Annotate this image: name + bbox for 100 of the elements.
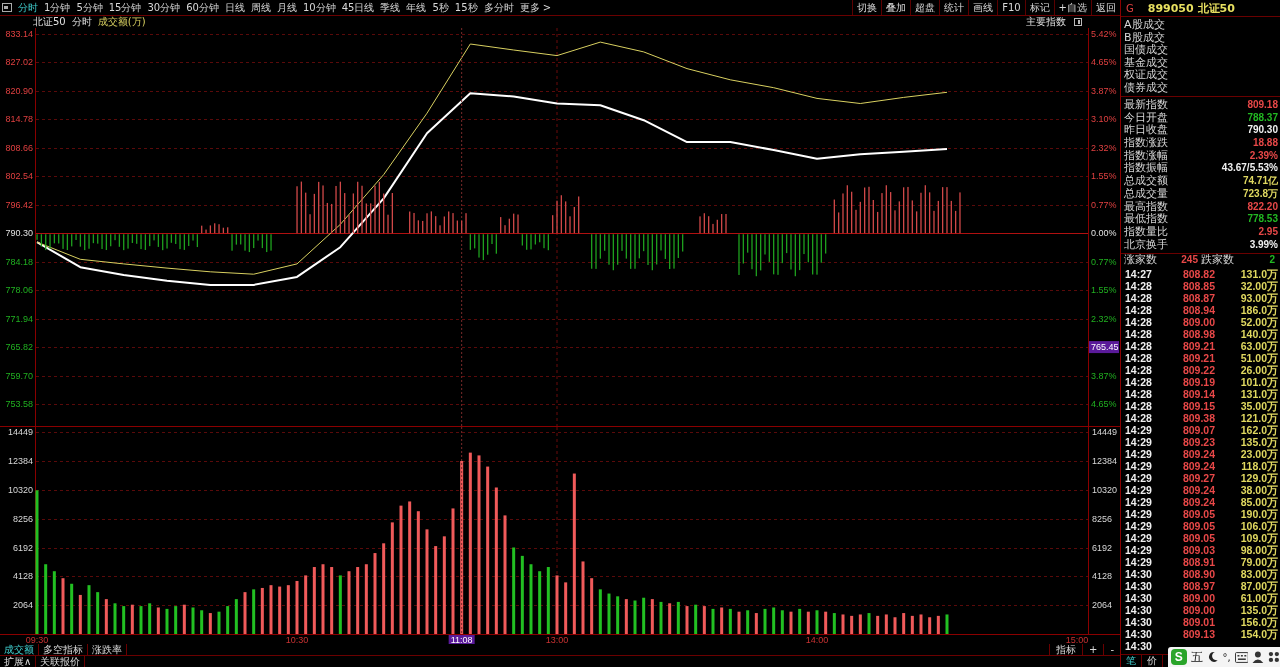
tick-volume: 23.00万 [1239, 448, 1278, 461]
period-tab[interactable]: 10分钟 [299, 0, 339, 15]
volume-bar [364, 564, 368, 634]
period-tab[interactable]: 15秒 [451, 0, 481, 15]
time-label: 14:00 [805, 634, 829, 644]
volume-bar [694, 604, 698, 634]
tick-price: 809.21 [1181, 340, 1215, 353]
tick-price: 809.38 [1181, 412, 1215, 425]
tick-time: 14:28 [1125, 376, 1153, 389]
period-tab[interactable]: 日线 [221, 0, 248, 15]
period-tab[interactable]: 15分钟 [105, 0, 145, 15]
volume-bar [156, 607, 160, 634]
volume-bar [312, 567, 316, 634]
period-tab[interactable]: 周线 [247, 0, 274, 15]
volume-bar [780, 610, 784, 634]
volume-bar [243, 592, 247, 634]
tick-price: 809.24 [1181, 448, 1215, 461]
punctuation-button[interactable]: °, [1222, 651, 1231, 663]
period-tab[interactable]: 年线 [403, 0, 430, 15]
toolbar-button[interactable]: 切换 [852, 0, 882, 15]
toolbar-button[interactable]: 叠加 [881, 0, 911, 15]
stat-label: 今日开盘 [1124, 111, 1168, 124]
toolbar-button[interactable]: +自选 [1053, 0, 1091, 15]
tick-price: 808.90 [1181, 568, 1215, 581]
volume-bar [122, 606, 126, 634]
period-tab[interactable]: 分时 [15, 0, 41, 15]
volume-bar [590, 578, 594, 634]
volume-bar [330, 567, 334, 634]
period-tab[interactable]: 1分钟 [41, 0, 74, 15]
tick-volume: 154.0万 [1239, 628, 1278, 641]
stat-value: 778.53 [1247, 213, 1278, 226]
indicator-tool-button[interactable]: + [1082, 644, 1104, 655]
tick-price: 809.24 [1181, 496, 1215, 509]
toolbar-button[interactable]: 统计 [939, 0, 969, 15]
volume-label: B股成交 [1124, 31, 1165, 44]
volume-bar [529, 564, 533, 634]
tick-volume: 186.0万 [1239, 304, 1278, 317]
indicator-tab[interactable]: 多空指标 [39, 644, 88, 655]
tick-price: 809.15 [1181, 400, 1215, 413]
tick-time: 14:28 [1125, 400, 1153, 413]
stat-value: 723.8万 [1242, 187, 1278, 201]
toolbar-button[interactable]: 返回 [1091, 0, 1120, 15]
toolbar-button[interactable]: 画线 [968, 0, 998, 15]
toolbar-button[interactable]: 超盘 [910, 0, 940, 15]
indicator-tab[interactable]: 涨跌率 [88, 644, 127, 655]
tick-price: 808.97 [1181, 580, 1215, 593]
volume-bar [928, 617, 932, 634]
volume-bar [876, 615, 880, 634]
axis-label: 6192 [1092, 542, 1113, 553]
period-tab[interactable]: 5秒 [429, 0, 452, 15]
indicator-tool-button[interactable]: 指标 [1049, 644, 1082, 655]
index-selector[interactable]: 主要指数 [1026, 15, 1066, 29]
volume-bar [234, 599, 238, 634]
tick-price: 809.05 [1181, 520, 1215, 533]
period-tab[interactable]: 季线 [377, 0, 404, 15]
volume-bar [910, 615, 914, 634]
indicator-tool-button[interactable]: - [1103, 644, 1120, 655]
period-tab[interactable]: 60分钟 [183, 0, 222, 15]
stat-label: 最高指数 [1124, 200, 1168, 213]
tick-time: 14:29 [1125, 532, 1153, 545]
bottom-link[interactable]: 关联报价 [36, 656, 86, 667]
volume-bar [182, 604, 186, 634]
toolbar-button[interactable]: F10 [997, 0, 1025, 15]
tick-volume: 35.00万 [1239, 400, 1278, 413]
toolbar-button[interactable]: 标记 [1024, 0, 1054, 15]
period-tab[interactable]: 多分时 [480, 0, 517, 15]
stat-label: 指数量比 [1124, 225, 1168, 238]
stat-value: 3.99% [1249, 238, 1278, 252]
volume-bar [226, 606, 230, 634]
panel-tab[interactable]: 笔 [1121, 655, 1142, 667]
axis-label: 6192 [12, 542, 33, 553]
period-tab[interactable]: 30分钟 [144, 0, 184, 15]
period-tab[interactable]: 月线 [273, 0, 300, 15]
tick-volume: 135.0万 [1239, 436, 1278, 449]
volume-bar [919, 614, 923, 634]
tick-volume: 140.0万 [1239, 328, 1278, 341]
volume-bar [52, 571, 56, 634]
tick-time: 14:28 [1125, 280, 1153, 293]
volume-bar [321, 564, 325, 634]
bottom-link[interactable]: 扩展∧ [0, 656, 37, 667]
axis-label: 827.02 [5, 57, 33, 68]
stat-label: 北京换手 [1124, 238, 1168, 252]
volume-bar [598, 589, 602, 634]
tick-volume: 61.00万 [1239, 592, 1278, 605]
period-tab[interactable]: 5分钟 [73, 0, 106, 15]
indicator-tab[interactable]: 成交额 [0, 644, 39, 655]
volume-bar [841, 614, 845, 634]
volume-bar [850, 615, 854, 634]
volume-bar [798, 608, 802, 634]
tick-price: 809.00 [1181, 316, 1215, 329]
period-tab[interactable]: 更多 > [516, 0, 555, 15]
grid-icon [1268, 651, 1280, 663]
volume-bar [286, 585, 290, 634]
panel-tab[interactable]: 价 [1142, 655, 1163, 667]
tick-volume: 63.00万 [1239, 340, 1278, 353]
volume-bar [130, 604, 134, 634]
tick-volume: 162.0万 [1239, 424, 1278, 437]
crosshair-price-label: 765.45 [1089, 341, 1119, 354]
ime-mode-button[interactable]: 五 [1190, 648, 1203, 666]
period-tab[interactable]: 45日线 [338, 0, 378, 15]
